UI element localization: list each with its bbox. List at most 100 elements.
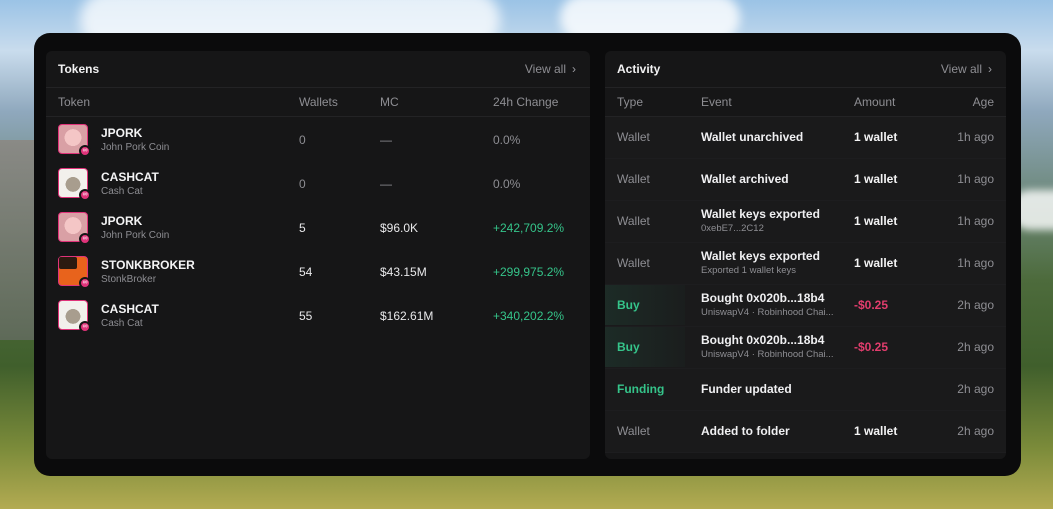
- activity-event-detail: Exported 1 wallet keys: [701, 265, 797, 276]
- activity-amount: 1 wallet: [854, 172, 898, 186]
- token-row[interactable]: ∞ JPORK John Pork Coin 5 $96.0K +242,709…: [46, 205, 590, 249]
- token-24h-change: +242,709.2%: [493, 221, 565, 235]
- activity-amount: 1 wallet: [854, 424, 898, 438]
- chain-badge-icon: ∞: [79, 277, 91, 289]
- activity-type: Wallet: [617, 256, 650, 270]
- activity-list: Wallet Wallet unarchived 1 wallet 1h ago…: [605, 117, 1006, 453]
- token-wallets: 0: [299, 177, 306, 191]
- token-name: John Pork Coin: [101, 230, 170, 241]
- token-avatar: ∞: [58, 124, 91, 157]
- token-symbol: CASHCAT: [101, 170, 159, 184]
- col-age[interactable]: Age: [973, 95, 994, 109]
- activity-row[interactable]: Wallet Wallet unarchived 1 wallet 1h ago: [605, 117, 1006, 159]
- activity-age: 2h ago: [957, 340, 994, 354]
- activity-column-header: Type Event Amount Age: [605, 88, 1006, 117]
- activity-row[interactable]: Wallet Wallet keys exported Exported 1 w…: [605, 243, 1006, 285]
- activity-age: 2h ago: [957, 382, 994, 396]
- token-wallets: 55: [299, 309, 313, 323]
- chain-badge-icon: ∞: [79, 233, 91, 245]
- activity-type: Wallet: [617, 214, 650, 228]
- token-market-cap: —: [380, 177, 392, 191]
- tokens-title: Tokens: [58, 62, 100, 76]
- token-24h-change: +340,202.2%: [493, 309, 565, 323]
- activity-event: Bought 0x020b...18b4: [701, 333, 825, 347]
- activity-event: Funder updated: [701, 382, 792, 396]
- activity-row[interactable]: Wallet Added to folder 1 wallet 2h ago: [605, 411, 1006, 453]
- activity-view-all-label: View all: [940, 62, 982, 76]
- token-wallets: 5: [299, 221, 306, 235]
- token-avatar: ∞: [58, 300, 91, 333]
- token-avatar: ∞: [58, 256, 91, 289]
- activity-age: 1h ago: [957, 172, 994, 186]
- chain-badge-icon: ∞: [79, 145, 91, 157]
- activity-amount: -$0.25: [854, 340, 889, 354]
- col-token[interactable]: Token: [58, 95, 90, 109]
- token-row[interactable]: ∞ CASHCAT Cash Cat 0 — 0.0%: [46, 161, 590, 205]
- activity-age: 2h ago: [957, 298, 994, 312]
- token-market-cap: —: [380, 133, 392, 147]
- activity-age: 1h ago: [957, 214, 994, 228]
- activity-view-all-link[interactable]: View all ›: [941, 62, 992, 76]
- activity-event-detail: UniswapV4 · Robinhood Chai...: [701, 307, 834, 318]
- token-symbol: JPORK: [101, 126, 143, 140]
- chevron-right-icon: ›: [572, 62, 576, 76]
- tokens-panel: Tokens View all › Token Wallets MC 24h C…: [46, 51, 590, 459]
- token-symbol: STONKBROKER: [101, 258, 195, 272]
- tokens-table-body: ∞ JPORK John Pork Coin 0 — 0.0% ∞ CASHCA…: [46, 117, 590, 337]
- token-symbol: CASHCAT: [101, 302, 159, 316]
- token-name: John Pork Coin: [101, 142, 170, 153]
- activity-amount: 1 wallet: [854, 256, 898, 270]
- token-row[interactable]: ∞ CASHCAT Cash Cat 55 $162.61M +340,202.…: [46, 293, 590, 337]
- activity-event: Wallet keys exported: [701, 249, 820, 263]
- col-event[interactable]: Event: [701, 95, 732, 109]
- col-wallets[interactable]: Wallets: [299, 95, 338, 109]
- token-24h-change: 0.0%: [493, 177, 521, 191]
- token-name: Cash Cat: [101, 186, 143, 197]
- activity-event: Added to folder: [701, 424, 790, 438]
- activity-row[interactable]: Wallet Wallet keys exported 0xebE7...2C1…: [605, 201, 1006, 243]
- activity-event: Wallet archived: [701, 172, 789, 186]
- activity-age: 2h ago: [957, 424, 994, 438]
- col-mc[interactable]: MC: [380, 95, 399, 109]
- activity-type: Wallet: [617, 424, 650, 438]
- token-row[interactable]: ∞ JPORK John Pork Coin 0 — 0.0%: [46, 117, 590, 161]
- dashboard-card: Tokens View all › Token Wallets MC 24h C…: [34, 33, 1021, 476]
- activity-event-detail: 0xebE7...2C12: [701, 223, 764, 234]
- token-row[interactable]: ∞ STONKBROKER StonkBroker 54 $43.15M +29…: [46, 249, 590, 293]
- activity-event: Wallet unarchived: [701, 130, 804, 144]
- activity-amount: 1 wallet: [854, 130, 898, 144]
- activity-event: Wallet keys exported: [701, 207, 820, 221]
- activity-row[interactable]: Buy Bought 0x020b...18b4 UniswapV4 · Rob…: [605, 327, 1006, 369]
- token-name: StonkBroker: [101, 274, 157, 285]
- token-market-cap: $96.0K: [380, 221, 419, 235]
- activity-panel: Activity View all › Type Event Amount Ag…: [605, 51, 1006, 459]
- activity-row[interactable]: Funding Funder updated 2h ago: [605, 369, 1006, 411]
- activity-header: Activity View all ›: [605, 51, 1006, 88]
- token-wallets: 0: [299, 133, 306, 147]
- activity-type: Wallet: [617, 172, 650, 186]
- activity-title: Activity: [617, 62, 661, 76]
- activity-row[interactable]: Wallet Wallet archived 1 wallet 1h ago: [605, 159, 1006, 201]
- col-24h-change[interactable]: 24h Change: [493, 95, 558, 109]
- activity-type: Buy: [605, 285, 685, 325]
- token-wallets: 54: [299, 265, 313, 279]
- col-amount[interactable]: Amount: [854, 95, 895, 109]
- token-symbol: JPORK: [101, 214, 143, 228]
- tokens-column-header: Token Wallets MC 24h Change: [46, 88, 590, 117]
- activity-event: Bought 0x020b...18b4: [701, 291, 825, 305]
- tokens-header: Tokens View all ›: [46, 51, 590, 88]
- token-24h-change: +299,975.2%: [493, 265, 565, 279]
- activity-row[interactable]: Buy Bought 0x020b...18b4 UniswapV4 · Rob…: [605, 285, 1006, 327]
- activity-amount: 1 wallet: [854, 214, 898, 228]
- activity-type: Funding: [617, 382, 665, 396]
- activity-type: Buy: [605, 327, 685, 367]
- activity-type: Wallet: [617, 130, 650, 144]
- token-avatar: ∞: [58, 212, 91, 245]
- token-24h-change: 0.0%: [493, 133, 521, 147]
- token-name: Cash Cat: [101, 318, 143, 329]
- chain-badge-icon: ∞: [79, 189, 91, 201]
- activity-age: 1h ago: [957, 256, 994, 270]
- tokens-view-all-link[interactable]: View all ›: [525, 62, 576, 76]
- col-type[interactable]: Type: [617, 95, 643, 109]
- token-market-cap: $162.61M: [380, 309, 434, 323]
